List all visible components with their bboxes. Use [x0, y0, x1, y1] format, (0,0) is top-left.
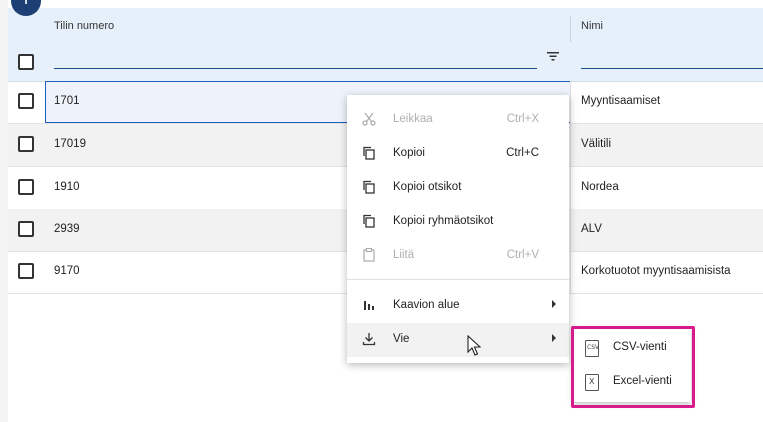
highlight-annotation [571, 326, 695, 408]
mouse-cursor-icon [467, 335, 481, 356]
menu-item-label: Leikkaa [393, 113, 433, 125]
row-checkbox[interactable] [18, 263, 34, 279]
number-filter-input[interactable] [54, 68, 537, 69]
menu-divider [347, 279, 569, 280]
menu-item-cut[interactable]: Leikkaa Ctrl+X [347, 103, 569, 137]
name-filter-input[interactable] [581, 68, 763, 69]
cell-number[interactable]: 9170 [54, 265, 80, 277]
cell-number[interactable]: 17019 [54, 138, 86, 150]
cell-name[interactable]: Välitili [581, 138, 611, 150]
column-divider [570, 167, 571, 209]
menu-item-copy-group-headers[interactable]: Kopioi ryhmäotsikot [347, 205, 569, 239]
menu-item-copy-headers[interactable]: Kopioi otsikot [347, 171, 569, 205]
copy-icon [363, 180, 375, 194]
cell-name[interactable]: Myyntisaamiset [581, 95, 660, 107]
submenu-arrow-icon [552, 300, 556, 308]
menu-item-paste[interactable]: Liitä Ctrl+V [347, 239, 569, 273]
menu-item-shortcut: Ctrl+X [506, 113, 539, 125]
cell-number[interactable]: 2939 [54, 223, 80, 235]
select-all-checkbox[interactable] [18, 54, 34, 70]
cell-name[interactable]: ALV [581, 223, 602, 235]
menu-item-export[interactable]: Vie [347, 323, 569, 357]
bar-chart-icon [364, 301, 374, 310]
copy-icon [363, 146, 375, 160]
grid-header: Tilin numero Nimi [8, 8, 763, 82]
column-divider [570, 251, 571, 293]
menu-item-shortcut: Ctrl+V [506, 249, 539, 261]
menu-item-shortcut: Ctrl+C [506, 147, 539, 159]
cell-number[interactable]: 1910 [54, 181, 80, 193]
cell-number[interactable]: 1701 [54, 95, 80, 107]
submenu-arrow-icon [552, 334, 556, 342]
left-margin [0, 0, 8, 422]
menu-item-label: Kopioi ryhmäotsikot [393, 215, 494, 227]
menu-item-copy[interactable]: Kopioi Ctrl+C [347, 137, 569, 171]
menu-item-label: Kopioi otsikot [393, 181, 462, 193]
context-menu: Leikkaa Ctrl+X Kopioi Ctrl+C Kopioi otsi… [347, 95, 569, 363]
filter-icon[interactable] [547, 51, 559, 61]
column-divider [570, 209, 571, 251]
menu-item-label: Vie [393, 333, 410, 345]
scissors-icon [362, 112, 376, 126]
cell-name[interactable]: Nordea [581, 181, 619, 193]
column-divider [570, 81, 571, 123]
menu-item-label: Kopioi [393, 147, 425, 159]
row-checkbox[interactable] [18, 179, 34, 195]
column-header-name[interactable]: Nimi [581, 20, 603, 32]
row-checkbox[interactable] [18, 136, 34, 152]
row-checkbox[interactable] [18, 221, 34, 237]
row-checkbox[interactable] [18, 93, 34, 109]
menu-item-chart-range[interactable]: Kaavion alue [347, 289, 569, 323]
column-header-number[interactable]: Tilin numero [54, 20, 114, 32]
menu-item-label: Liitä [393, 249, 415, 261]
download-icon [362, 333, 376, 346]
clipboard-icon [363, 248, 375, 262]
menu-item-label: Kaavion alue [393, 299, 460, 311]
column-separator[interactable] [570, 16, 571, 42]
copy-icon [363, 214, 375, 228]
cell-name[interactable]: Korkotuotot myyntisaamisista [581, 265, 731, 277]
column-divider [570, 124, 571, 166]
